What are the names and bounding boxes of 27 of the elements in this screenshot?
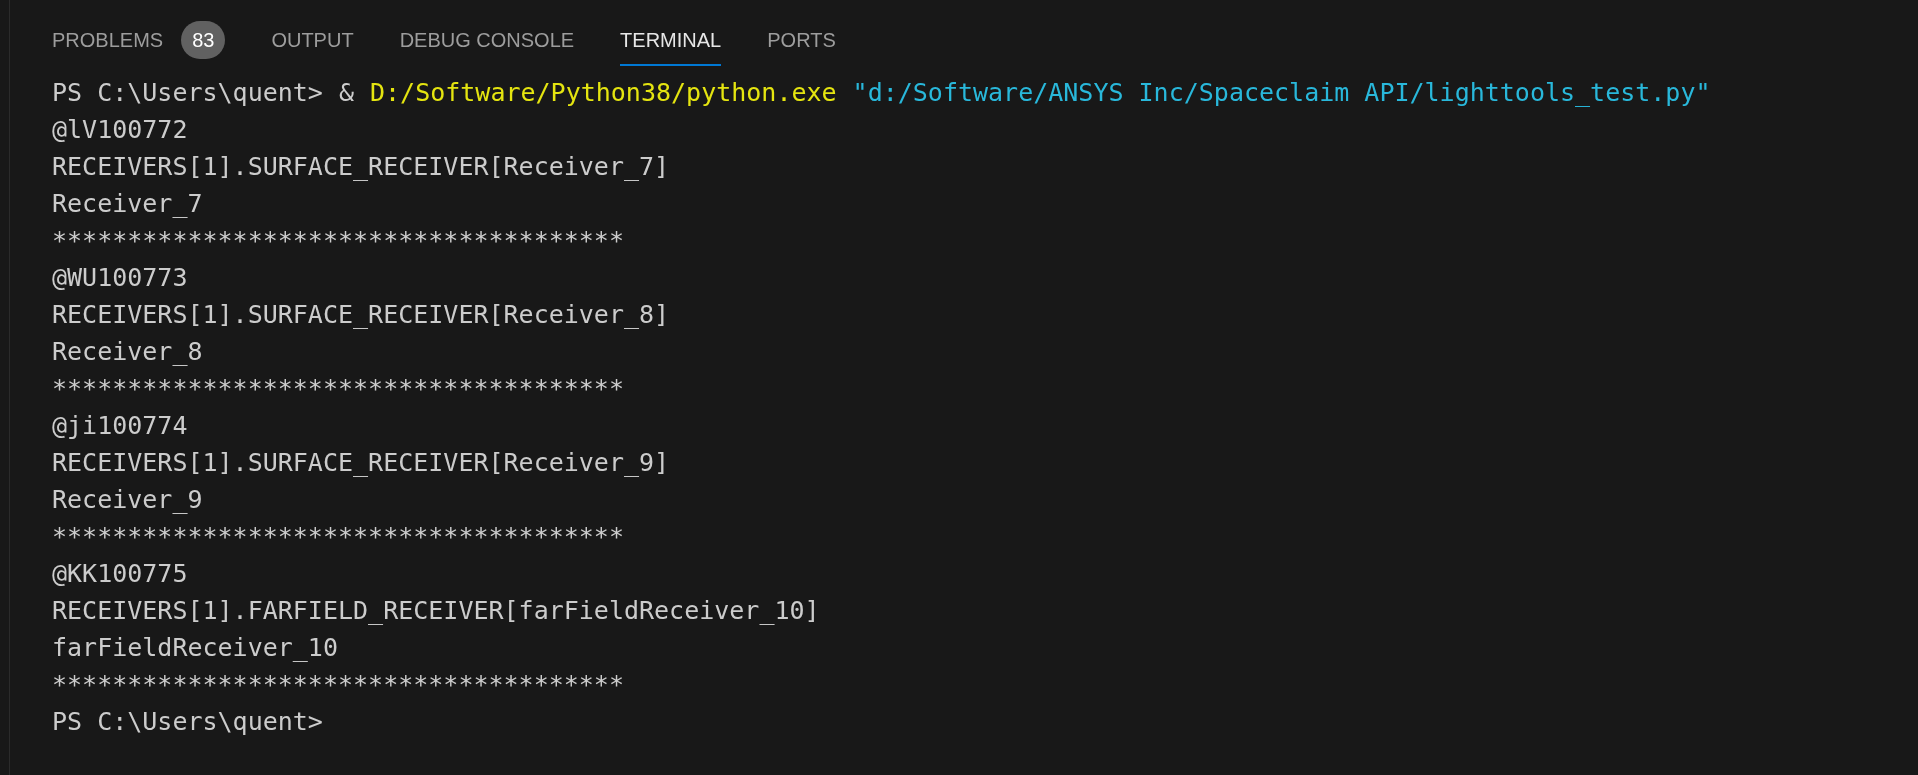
prompt-text: PS C:\Users\quent> — [52, 76, 323, 109]
output-line: ************************************** — [52, 520, 624, 553]
panel-tab[interactable]: DEBUG CONSOLE — [399, 16, 575, 66]
output-line: @lV100772 — [52, 113, 188, 146]
output-line: @WU100773 — [52, 261, 188, 294]
output-line: Receiver_7 — [52, 187, 203, 220]
output-line: RECEIVERS[1].FARFIELD_RECEIVER[farFieldReceiver_10] — [52, 594, 820, 627]
output-line: Receiver_9 — [52, 483, 203, 516]
output-line: @ji100774 — [52, 409, 188, 442]
executable-path: D:/Software/Python38/python.exe — [370, 76, 837, 109]
output-line: ************************************** — [52, 224, 624, 257]
output-line: ************************************** — [52, 668, 624, 701]
call-operator: & — [338, 76, 354, 109]
panel-tab[interactable]: PORTS — [767, 16, 836, 66]
output-line: RECEIVERS[1].SURFACE_RECEIVER[Receiver_9] — [52, 446, 670, 479]
output-line: farFieldReceiver_10 — [52, 631, 338, 664]
count-badge: 83 — [181, 21, 226, 59]
output-line: @KK100775 — [52, 557, 188, 590]
output-line: Receiver_8 — [52, 335, 203, 368]
output-line: RECEIVERS[1].SURFACE_RECEIVER[Receiver_7] — [52, 150, 670, 183]
script-path: "d:/Software/ANSYS Inc/Spaceclaim API/lighttools_test.py" — [852, 76, 1711, 109]
panel-tab[interactable]: TERMINAL — [620, 16, 722, 66]
panel-tab[interactable]: OUTPUT — [271, 16, 354, 66]
prompt-text: PS C:\Users\quent> — [52, 705, 323, 738]
panel-tab[interactable]: PROBLEMS 83 — [52, 16, 226, 66]
output-line: ************************************** — [52, 372, 624, 405]
output-line: RECEIVERS[1].SURFACE_RECEIVER[Receiver_8] — [52, 298, 670, 331]
